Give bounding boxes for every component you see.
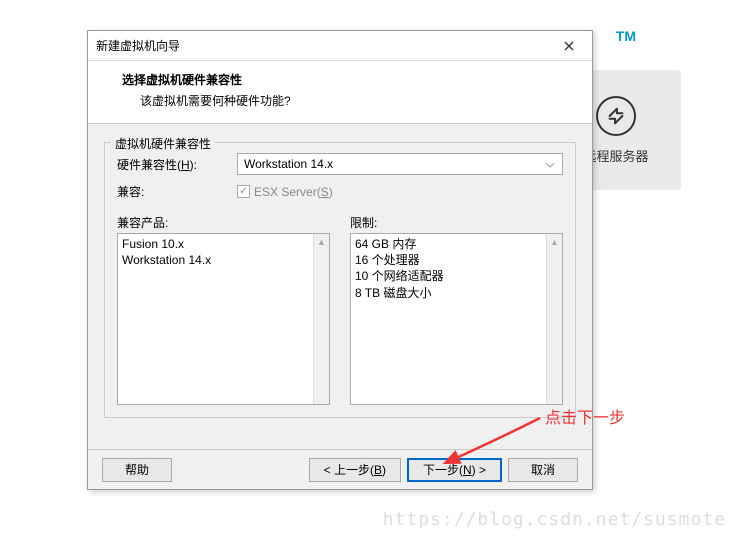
lists-row: 兼容产品: Fusion 10.x Workstation 14.x ▲ 限制:… bbox=[117, 214, 563, 405]
hw-compat-label: 硬件兼容性(H): bbox=[117, 156, 237, 173]
list-item: 64 GB 内存 bbox=[355, 236, 558, 252]
scroll-up-icon: ▲ bbox=[547, 234, 562, 250]
compat-label: 兼容: bbox=[117, 183, 237, 200]
list-item: 8 TB 磁盘大小 bbox=[355, 285, 558, 301]
list-item: Workstation 14.x bbox=[122, 252, 325, 268]
chevron-down-icon: ⌵ bbox=[542, 157, 558, 172]
scroll-up-icon: ▲ bbox=[314, 234, 329, 250]
list-item: Fusion 10.x bbox=[122, 236, 325, 252]
wizard-header: 选择虚拟机硬件兼容性 该虚拟机需要何种硬件功能? bbox=[88, 61, 592, 124]
next-button[interactable]: 下一步(N) > bbox=[407, 458, 502, 482]
wizard-header-title: 选择虚拟机硬件兼容性 bbox=[122, 71, 572, 88]
products-listbox[interactable]: Fusion 10.x Workstation 14.x ▲ bbox=[117, 233, 330, 405]
esx-checkbox: ✓ bbox=[237, 185, 250, 198]
products-label: 兼容产品: bbox=[117, 214, 330, 231]
watermark: https://blog.csdn.net/susmote bbox=[383, 509, 726, 530]
cancel-button[interactable]: 取消 bbox=[508, 458, 578, 482]
close-icon bbox=[564, 41, 574, 51]
esx-checkbox-label: ESX Server(S) bbox=[254, 185, 333, 199]
limits-column: 限制: 64 GB 内存 16 个处理器 10 个网络适配器 8 TB 磁盘大小… bbox=[350, 214, 563, 405]
limits-label: 限制: bbox=[350, 214, 563, 231]
titlebar: 新建虚拟机向导 bbox=[88, 31, 592, 61]
remote-server-icon bbox=[596, 96, 636, 136]
hw-compat-row: 硬件兼容性(H): Workstation 14.x ⌵ bbox=[117, 153, 563, 175]
list-item: 16 个处理器 bbox=[355, 252, 558, 268]
esx-checkbox-row: ✓ ESX Server(S) bbox=[237, 185, 333, 199]
scrollbar[interactable]: ▲ bbox=[313, 234, 329, 404]
hw-compat-dropdown[interactable]: Workstation 14.x ⌵ bbox=[237, 153, 563, 175]
remote-server-label: 远程服务器 bbox=[583, 146, 648, 165]
close-button[interactable] bbox=[554, 34, 584, 58]
compat-row: 兼容: ✓ ESX Server(S) bbox=[117, 183, 563, 200]
hw-compat-value: Workstation 14.x bbox=[244, 157, 333, 171]
wizard-content: 虚拟机硬件兼容性 硬件兼容性(H): Workstation 14.x ⌵ 兼容… bbox=[88, 124, 592, 464]
groupbox-label: 虚拟机硬件兼容性 bbox=[111, 135, 215, 152]
products-column: 兼容产品: Fusion 10.x Workstation 14.x ▲ bbox=[117, 214, 330, 405]
scrollbar[interactable]: ▲ bbox=[546, 234, 562, 404]
dialog-title: 新建虚拟机向导 bbox=[96, 37, 554, 54]
limits-listbox[interactable]: 64 GB 内存 16 个处理器 10 个网络适配器 8 TB 磁盘大小 ▲ bbox=[350, 233, 563, 405]
back-button[interactable]: < 上一步(B) bbox=[309, 458, 401, 482]
button-bar: 帮助 < 上一步(B) 下一步(N) > 取消 bbox=[88, 449, 592, 489]
list-item: 10 个网络适配器 bbox=[355, 268, 558, 284]
help-button[interactable]: 帮助 bbox=[102, 458, 172, 482]
tm-mark: TM bbox=[616, 28, 636, 44]
wizard-header-subtitle: 该虚拟机需要何种硬件功能? bbox=[122, 92, 572, 109]
wizard-dialog: 新建虚拟机向导 选择虚拟机硬件兼容性 该虚拟机需要何种硬件功能? 虚拟机硬件兼容… bbox=[87, 30, 593, 490]
annotation-text: 点击下一步 bbox=[545, 404, 625, 428]
compat-groupbox: 虚拟机硬件兼容性 硬件兼容性(H): Workstation 14.x ⌵ 兼容… bbox=[104, 142, 576, 418]
